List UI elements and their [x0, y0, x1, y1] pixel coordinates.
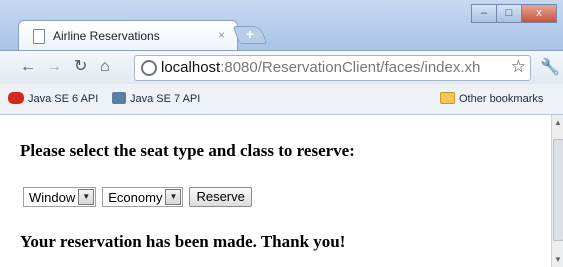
reservation-form: Window ▼ Economy ▼ Reserve — [23, 187, 252, 207]
back-arrow-icon[interactable]: ← — [20, 58, 36, 76]
page-icon — [33, 29, 45, 44]
vertical-scrollbar[interactable]: ▲ ▼ — [551, 115, 563, 267]
url-host: localhost — [161, 59, 221, 76]
new-tab-button[interactable]: + — [232, 26, 268, 44]
other-bookmarks-label: Other bookmarks — [459, 93, 544, 105]
java-icon — [8, 92, 24, 104]
plus-icon: + — [245, 26, 254, 42]
bookmark-java-se-7[interactable]: Java SE 7 API — [112, 92, 200, 105]
tab-close-icon[interactable]: × — [218, 28, 225, 42]
maximize-button[interactable]: □ — [496, 4, 522, 23]
seat-class-select[interactable]: Economy ▼ — [102, 187, 184, 207]
page-heading: Please select the seat type and class to… — [20, 141, 355, 160]
sun-icon — [112, 92, 126, 104]
globe-icon — [141, 60, 157, 76]
url-path: :8080/ReservationClient/faces/index.xh — [220, 59, 481, 76]
close-window-button[interactable]: x — [521, 4, 557, 23]
bookmark-java-se-6[interactable]: Java SE 6 API — [8, 92, 98, 105]
forward-arrow-icon[interactable]: → — [46, 58, 62, 76]
confirmation-message: Your reservation has been made. Thank yo… — [20, 232, 346, 251]
bookmarks-bar: Java SE 6 API Java SE 7 API Other bookma… — [0, 84, 563, 115]
browser-window: Airline Reservations × + – □ x ← → ↻ ⌂ l… — [0, 0, 563, 267]
minimize-button[interactable]: – — [471, 4, 497, 23]
chevron-down-icon[interactable]: ▼ — [78, 189, 95, 205]
star-bookmark-icon[interactable]: ☆ — [511, 57, 526, 77]
bookmark-label: Java SE 7 API — [130, 93, 201, 105]
url-text: localhost:8080/ReservationClient/faces/i… — [161, 59, 480, 76]
seat-type-value: Window — [29, 189, 76, 205]
reload-icon[interactable]: ↻ — [74, 58, 87, 76]
address-bar[interactable]: localhost:8080/ReservationClient/faces/i… — [134, 55, 531, 81]
bookmark-label: Java SE 6 API — [28, 93, 99, 105]
navigation-toolbar: ← → ↻ ⌂ localhost:8080/ReservationClient… — [0, 50, 563, 85]
window-controls: – □ x — [471, 4, 557, 23]
tab-title: Airline Reservations — [53, 29, 160, 43]
scrollbar-thumb[interactable] — [553, 139, 563, 241]
seat-class-value: Economy — [108, 189, 163, 205]
scroll-down-icon[interactable]: ▼ — [554, 255, 562, 264]
chevron-down-icon[interactable]: ▼ — [165, 189, 182, 205]
page-content: Please select the seat type and class to… — [0, 115, 551, 267]
reserve-button[interactable]: Reserve — [189, 187, 252, 207]
title-bar: Airline Reservations × + – □ x — [0, 0, 563, 51]
scroll-up-icon[interactable]: ▲ — [554, 118, 562, 127]
other-bookmarks[interactable]: Other bookmarks — [440, 92, 543, 105]
folder-icon — [440, 92, 455, 104]
seat-type-select[interactable]: Window ▼ — [23, 187, 97, 207]
tab-airline-reservations[interactable]: Airline Reservations × — [18, 20, 238, 51]
wrench-icon[interactable]: 🔧 — [540, 57, 560, 77]
home-icon[interactable]: ⌂ — [100, 58, 110, 76]
